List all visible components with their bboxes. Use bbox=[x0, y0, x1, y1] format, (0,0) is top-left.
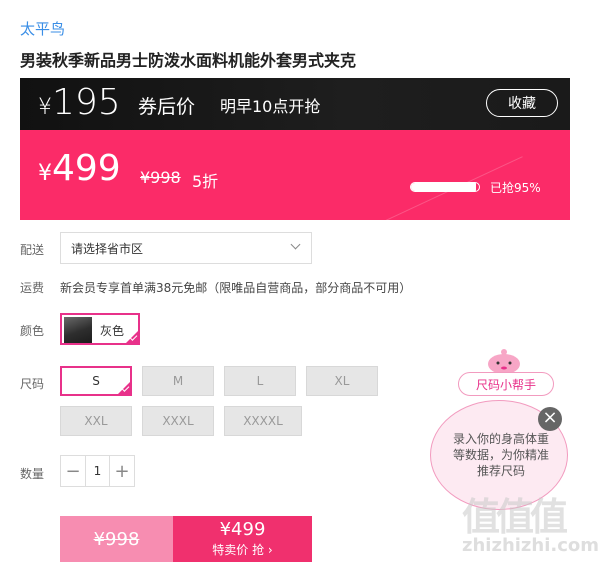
size-option-label: S bbox=[92, 374, 100, 388]
sold-percent-label: 已抢95% bbox=[490, 181, 541, 195]
size-option-m[interactable]: M bbox=[142, 366, 214, 396]
buy-now-price: ¥499 bbox=[219, 519, 266, 540]
sale-start-time: 明早10点开抢 bbox=[220, 97, 321, 116]
currency-symbol: ¥ bbox=[38, 95, 52, 120]
sale-price-amount: 499 bbox=[52, 148, 121, 189]
size-helper-tip: 录入你的身高体重等数据，为你精准推荐尺码 bbox=[452, 432, 549, 478]
coupon-price: ¥195 bbox=[38, 82, 121, 123]
quantity-label: 数量 bbox=[20, 467, 45, 481]
sold-progress-bar bbox=[410, 182, 480, 192]
size-option-s[interactable]: S bbox=[60, 366, 132, 396]
coupon-price-banner: ¥195 券后价 明早10点开抢 收藏 bbox=[20, 78, 570, 130]
size-option-xxl[interactable]: XXL bbox=[60, 406, 132, 436]
selected-check-icon bbox=[125, 330, 139, 344]
quantity-increment-button[interactable]: + bbox=[110, 456, 134, 486]
buy-now-button[interactable]: ¥499 特卖价 抢 › bbox=[173, 516, 312, 562]
sale-price: ¥499 bbox=[38, 148, 121, 189]
region-select[interactable]: 请选择省市区 bbox=[60, 232, 312, 264]
quantity-input[interactable]: 1 bbox=[85, 456, 110, 486]
sale-price-banner: ¥499 ¥998 5折 已抢95% bbox=[20, 130, 570, 220]
coupon-label: 券后价 bbox=[138, 96, 196, 118]
size-helper-button[interactable]: 尺码小帮手 bbox=[458, 372, 554, 396]
sold-progress-fill bbox=[411, 183, 476, 191]
size-option-xl[interactable]: XL bbox=[306, 366, 378, 396]
quantity-stepper: − 1 + bbox=[60, 455, 135, 487]
watermark-text: zhizhizhi.com bbox=[462, 535, 600, 556]
original-price-button: ¥998 bbox=[60, 516, 173, 562]
coupon-price-amount: 195 bbox=[52, 82, 121, 123]
currency-symbol: ¥ bbox=[38, 161, 52, 186]
size-option-xxxl[interactable]: XXXL bbox=[142, 406, 214, 436]
mascot-icon bbox=[488, 349, 520, 374]
brand-name[interactable]: 太平鸟 bbox=[20, 18, 65, 39]
watermark-logo: 值值值 bbox=[462, 495, 568, 539]
color-label: 颜色 bbox=[20, 324, 45, 338]
favorite-button[interactable]: 收藏 bbox=[486, 89, 558, 117]
delivery-label: 配送 bbox=[20, 243, 45, 257]
discount-label: 5折 bbox=[192, 172, 219, 191]
size-option-l[interactable]: L bbox=[224, 366, 296, 396]
color-option-label: 灰色 bbox=[100, 324, 125, 338]
region-select-placeholder: 请选择省市区 bbox=[71, 242, 144, 256]
chevron-down-icon bbox=[290, 239, 301, 250]
close-icon[interactable]: × bbox=[538, 407, 562, 431]
product-thumbnail bbox=[64, 317, 92, 343]
size-label: 尺码 bbox=[20, 377, 45, 391]
shipping-label: 运费 bbox=[20, 281, 45, 295]
color-option-gray[interactable]: 灰色 bbox=[60, 313, 140, 345]
buy-now-label: 特卖价 抢 › bbox=[212, 543, 273, 557]
original-price: ¥998 bbox=[140, 168, 181, 187]
selected-check-icon bbox=[117, 381, 131, 395]
shipping-info: 新会员专享首单满38元免邮（限唯品自营商品，部分商品不可用） bbox=[60, 281, 412, 295]
size-option-xxxxl[interactable]: XXXXL bbox=[224, 406, 302, 436]
quantity-decrement-button[interactable]: − bbox=[61, 456, 85, 486]
product-title: 男装秋季新品男士防泼水面料机能外套男式夹克 bbox=[20, 51, 357, 70]
